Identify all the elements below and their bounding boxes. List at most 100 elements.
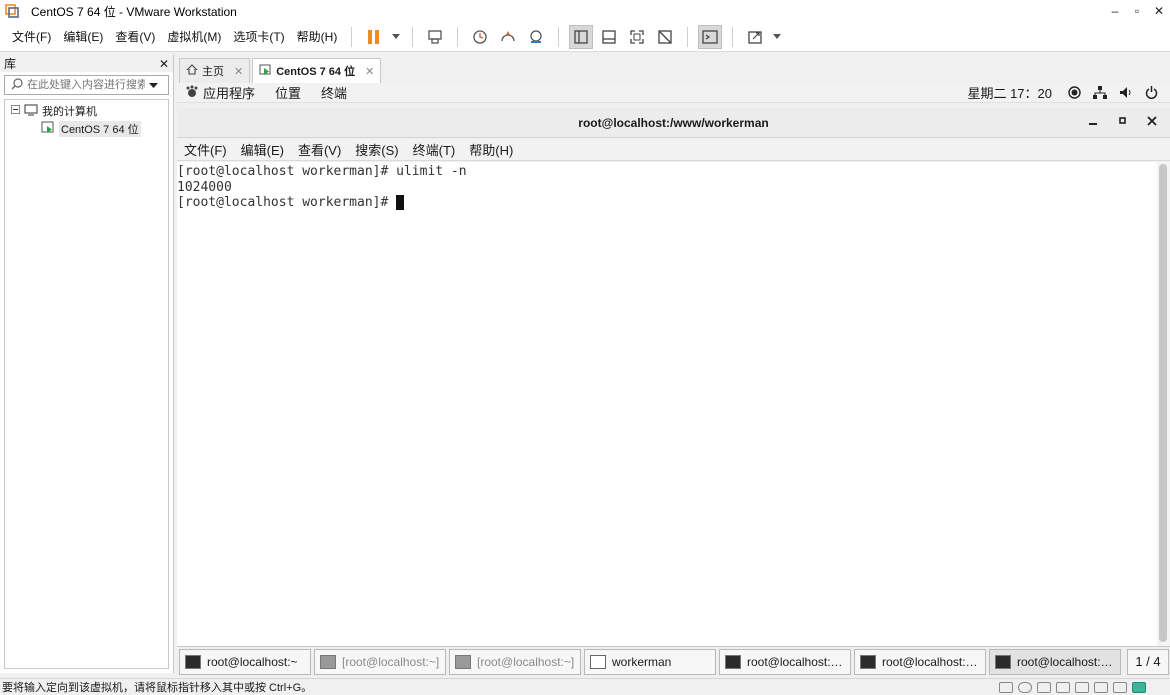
tab-centos[interactable]: CentOS 7 64 位 ✕ — [252, 58, 382, 83]
close-icon[interactable]: ✕ — [234, 65, 243, 78]
task-label: root@localhost:… — [747, 654, 843, 669]
statusbar: 要将输入定向到该虚拟机，请将鼠标指针移入其中或按 Ctrl+G。 — [0, 678, 1170, 695]
terminal-output[interactable]: [root@localhost workerman]# ulimit -n 10… — [177, 162, 1157, 646]
menu-help[interactable]: 帮助(H) — [291, 28, 344, 45]
show-library-icon[interactable] — [569, 24, 594, 49]
workspace-pager[interactable]: 1 / 4 — [1127, 648, 1169, 675]
terminal-minimize-button[interactable] — [1089, 115, 1097, 129]
maximize-button[interactable]: ▫ — [1126, 4, 1148, 18]
task-window-button[interactable]: root@localhost:… — [719, 648, 851, 675]
fullscreen-icon[interactable] — [625, 25, 649, 49]
text-cursor — [396, 195, 405, 210]
terminal-line: [root@localhost workerman]# — [177, 195, 397, 210]
tree-label: CentOS 7 64 位 — [59, 121, 141, 137]
library-close-icon[interactable]: ✕ — [159, 57, 169, 71]
window-title: CentOS 7 64 位 - VMware Workstation — [31, 4, 237, 19]
terminal-menu-terminal[interactable]: 终端(T) — [413, 140, 456, 159]
terminal-menu[interactable]: 终端 — [321, 83, 347, 102]
terminal-menu-help[interactable]: 帮助(H) — [469, 140, 513, 159]
menu-view[interactable]: 查看(V) — [109, 28, 161, 45]
tree-item-centos[interactable]: CentOS 7 64 位 — [5, 120, 168, 138]
terminal-title: root@localhost:/www/workerman — [578, 115, 769, 130]
search-input[interactable] — [27, 79, 145, 91]
terminal-menubar: 文件(F) 编辑(E) 查看(V) 搜索(S) 终端(T) 帮助(H) — [177, 139, 1170, 161]
close-icon[interactable]: ✕ — [365, 65, 374, 78]
power-icon[interactable] — [1145, 86, 1158, 99]
task-window-button[interactable]: [root@localhost:~] — [449, 648, 581, 675]
usb-icon[interactable] — [1056, 681, 1070, 693]
toolbar-divider — [457, 26, 459, 47]
vm-running-icon — [259, 64, 272, 79]
library-search[interactable] — [4, 75, 169, 95]
terminal-line: 1024000 — [177, 179, 232, 195]
menu-file[interactable]: 文件(F) — [6, 28, 57, 45]
minimize-button[interactable]: – — [1104, 4, 1126, 18]
accessibility-icon[interactable] — [1068, 86, 1081, 99]
chevron-down-icon[interactable] — [149, 78, 158, 92]
task-label: workerman — [612, 654, 672, 669]
library-panel: 库 ✕ 我的计算机 CentOS 7 64 位 — [0, 55, 174, 673]
terminal-icon — [455, 654, 471, 669]
dropdown-arrow-icon[interactable] — [390, 25, 402, 49]
terminal-scrollbar[interactable] — [1157, 162, 1170, 646]
scrollbar-thumb[interactable] — [1159, 164, 1167, 642]
menu-vm[interactable]: 虚拟机(M) — [161, 28, 227, 45]
menu-tabs[interactable]: 选项卡(T) — [227, 28, 290, 45]
task-window-button[interactable]: root@localhost:… — [989, 648, 1121, 675]
terminal-maximize-button[interactable] — [1119, 115, 1127, 129]
collapse-icon[interactable] — [11, 105, 20, 117]
toolbar-divider — [412, 26, 414, 47]
tab-home[interactable]: 主页 ✕ — [179, 58, 251, 83]
task-label: [root@localhost:~] — [477, 654, 575, 669]
volume-icon[interactable] — [1119, 86, 1133, 99]
console-view-icon[interactable] — [698, 24, 723, 49]
hard-disk-icon[interactable] — [999, 681, 1013, 693]
terminal-menu-search[interactable]: 搜索(S) — [355, 140, 398, 159]
terminal-close-button[interactable] — [1147, 115, 1157, 129]
task-window-button[interactable]: workerman — [584, 648, 716, 675]
task-window-button[interactable]: root@localhost:… — [854, 648, 986, 675]
document-icon — [590, 654, 606, 669]
applications-menu[interactable]: 应用程序 — [203, 83, 255, 102]
send-ctrl-alt-del-icon[interactable] — [423, 25, 447, 49]
guest-taskbar: root@localhost:~ [root@localhost:~] [roo… — [177, 646, 1170, 676]
sound-card-icon[interactable] — [1094, 681, 1108, 693]
clock[interactable]: 星期二 17：20 — [967, 83, 1052, 102]
thumbnail-bar-icon[interactable] — [597, 25, 621, 49]
gnome-foot-icon — [185, 85, 198, 101]
message-log-icon[interactable] — [1132, 681, 1146, 693]
search-icon — [11, 77, 23, 93]
pause-icon[interactable] — [362, 25, 386, 49]
library-tree: 我的计算机 CentOS 7 64 位 — [4, 99, 169, 669]
window-titlebar: CentOS 7 64 位 - VMware Workstation – ▫ ✕ — [0, 0, 1170, 22]
network-icon[interactable] — [1093, 86, 1107, 99]
task-label: root@localhost:~ — [207, 654, 298, 669]
terminal-menu-view[interactable]: 查看(V) — [298, 140, 341, 159]
revert-snapshot-icon[interactable] — [496, 25, 520, 49]
terminal-icon — [995, 654, 1011, 669]
dropdown-arrow-icon[interactable] — [771, 25, 783, 49]
tree-item-my-computer[interactable]: 我的计算机 — [5, 102, 168, 120]
cd-drive-icon[interactable] — [1018, 681, 1032, 693]
terminal-menu-file[interactable]: 文件(F) — [184, 140, 227, 159]
task-window-button[interactable]: root@localhost:~ — [179, 648, 311, 675]
terminal-menu-edit[interactable]: 编辑(E) — [241, 140, 284, 159]
toolbar-divider — [558, 26, 560, 47]
tab-label: CentOS 7 64 位 — [276, 66, 356, 78]
terminal-icon — [725, 654, 741, 669]
menu-edit[interactable]: 编辑(E) — [57, 28, 109, 45]
network-adapter-icon[interactable] — [1037, 681, 1051, 693]
places-menu[interactable]: 位置 — [275, 83, 301, 102]
menubar: 文件(F) 编辑(E) 查看(V) 虚拟机(M) 选项卡(T) 帮助(H) — [0, 22, 1170, 52]
close-button[interactable]: ✕ — [1148, 4, 1170, 18]
snapshot-manager-icon[interactable] — [524, 25, 548, 49]
unity-icon[interactable] — [653, 25, 677, 49]
task-label: root@localhost:… — [882, 654, 978, 669]
stretch-icon[interactable] — [743, 25, 767, 49]
task-window-button[interactable]: [root@localhost:~] — [314, 648, 446, 675]
tab-strip: 主页 ✕ CentOS 7 64 位 ✕ — [176, 55, 1170, 83]
snapshot-icon[interactable] — [468, 25, 492, 49]
resize-grip-icon — [1151, 682, 1165, 693]
display-icon[interactable] — [1113, 681, 1127, 693]
printer-icon[interactable] — [1075, 681, 1089, 693]
